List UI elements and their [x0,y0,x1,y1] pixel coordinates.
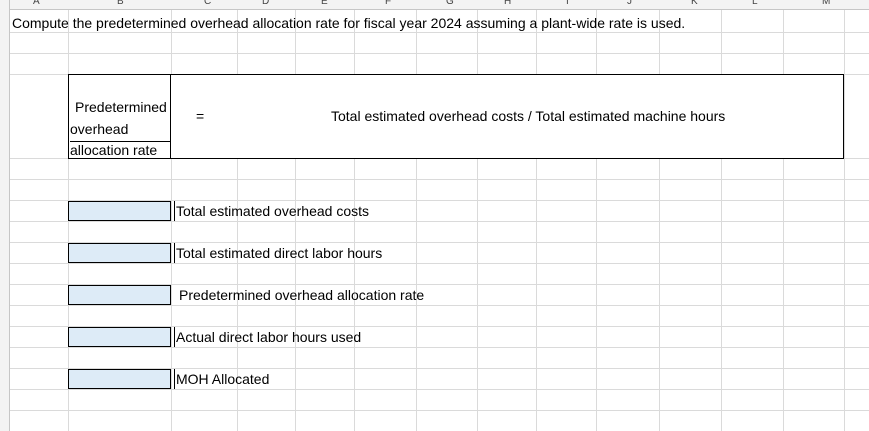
formula-label-line2: overhead [70,121,129,137]
grid-line [10,53,869,54]
grid-line [10,410,869,411]
column-header-e[interactable]: E [321,0,328,7]
instruction-text[interactable]: Compute the predetermined overhead alloc… [12,15,685,31]
column-header-k[interactable]: K [691,0,698,7]
input-cell-allocation-rate[interactable] [68,285,171,305]
column-header-f[interactable]: F [385,0,391,7]
column-header-a[interactable]: A [33,0,40,7]
grid-line [10,32,869,33]
column-header-i[interactable]: I [566,0,569,7]
row-header-bar [0,0,10,431]
input-cell-moh-allocated[interactable] [68,369,171,389]
formula-label-line1: Predetermined [75,99,167,115]
label-actual-labor-hours: Actual direct labor hours used [174,327,362,347]
input-cell-actual-labor-hours[interactable] [68,327,171,347]
column-header-c[interactable]: C [204,0,211,7]
column-header-l[interactable]: L [752,0,758,7]
spreadsheet-grid[interactable]: A B C D E F G H I J K L M Compute the pr… [0,0,869,431]
column-header-m[interactable]: M [822,0,830,7]
formula-label-cell[interactable]: Predetermined overhead allocation rate [69,75,171,158]
column-header-j[interactable]: J [627,0,632,7]
formula-expression: Total estimated overhead costs / Total e… [331,108,726,124]
equals-sign: = [196,108,205,124]
grid-line [10,389,869,390]
grid-line [10,221,869,222]
grid-line [10,305,869,306]
grid-line [10,347,869,348]
column-header-d[interactable]: D [262,0,269,7]
column-header-b[interactable]: B [117,0,124,7]
column-header-h[interactable]: H [504,0,511,7]
grid-line [10,263,869,264]
label-total-overhead: Total estimated overhead costs [174,201,369,221]
label-moh-allocated: MOH Allocated [174,369,270,389]
formula-box[interactable]: Predetermined overhead allocation rate =… [68,74,844,159]
column-header-bar: A B C D E F G H I J K L M [0,0,869,10]
formula-label-line3: allocation rate [70,141,170,158]
column-header-g[interactable]: G [446,0,454,7]
input-cell-total-overhead[interactable] [68,201,171,221]
grid-line [10,179,869,180]
label-direct-labor-hours: Total estimated direct labor hours [174,243,383,263]
label-allocation-rate: Predetermined overhead allocation rate [179,287,425,303]
input-cell-direct-labor-hours[interactable] [68,243,171,263]
